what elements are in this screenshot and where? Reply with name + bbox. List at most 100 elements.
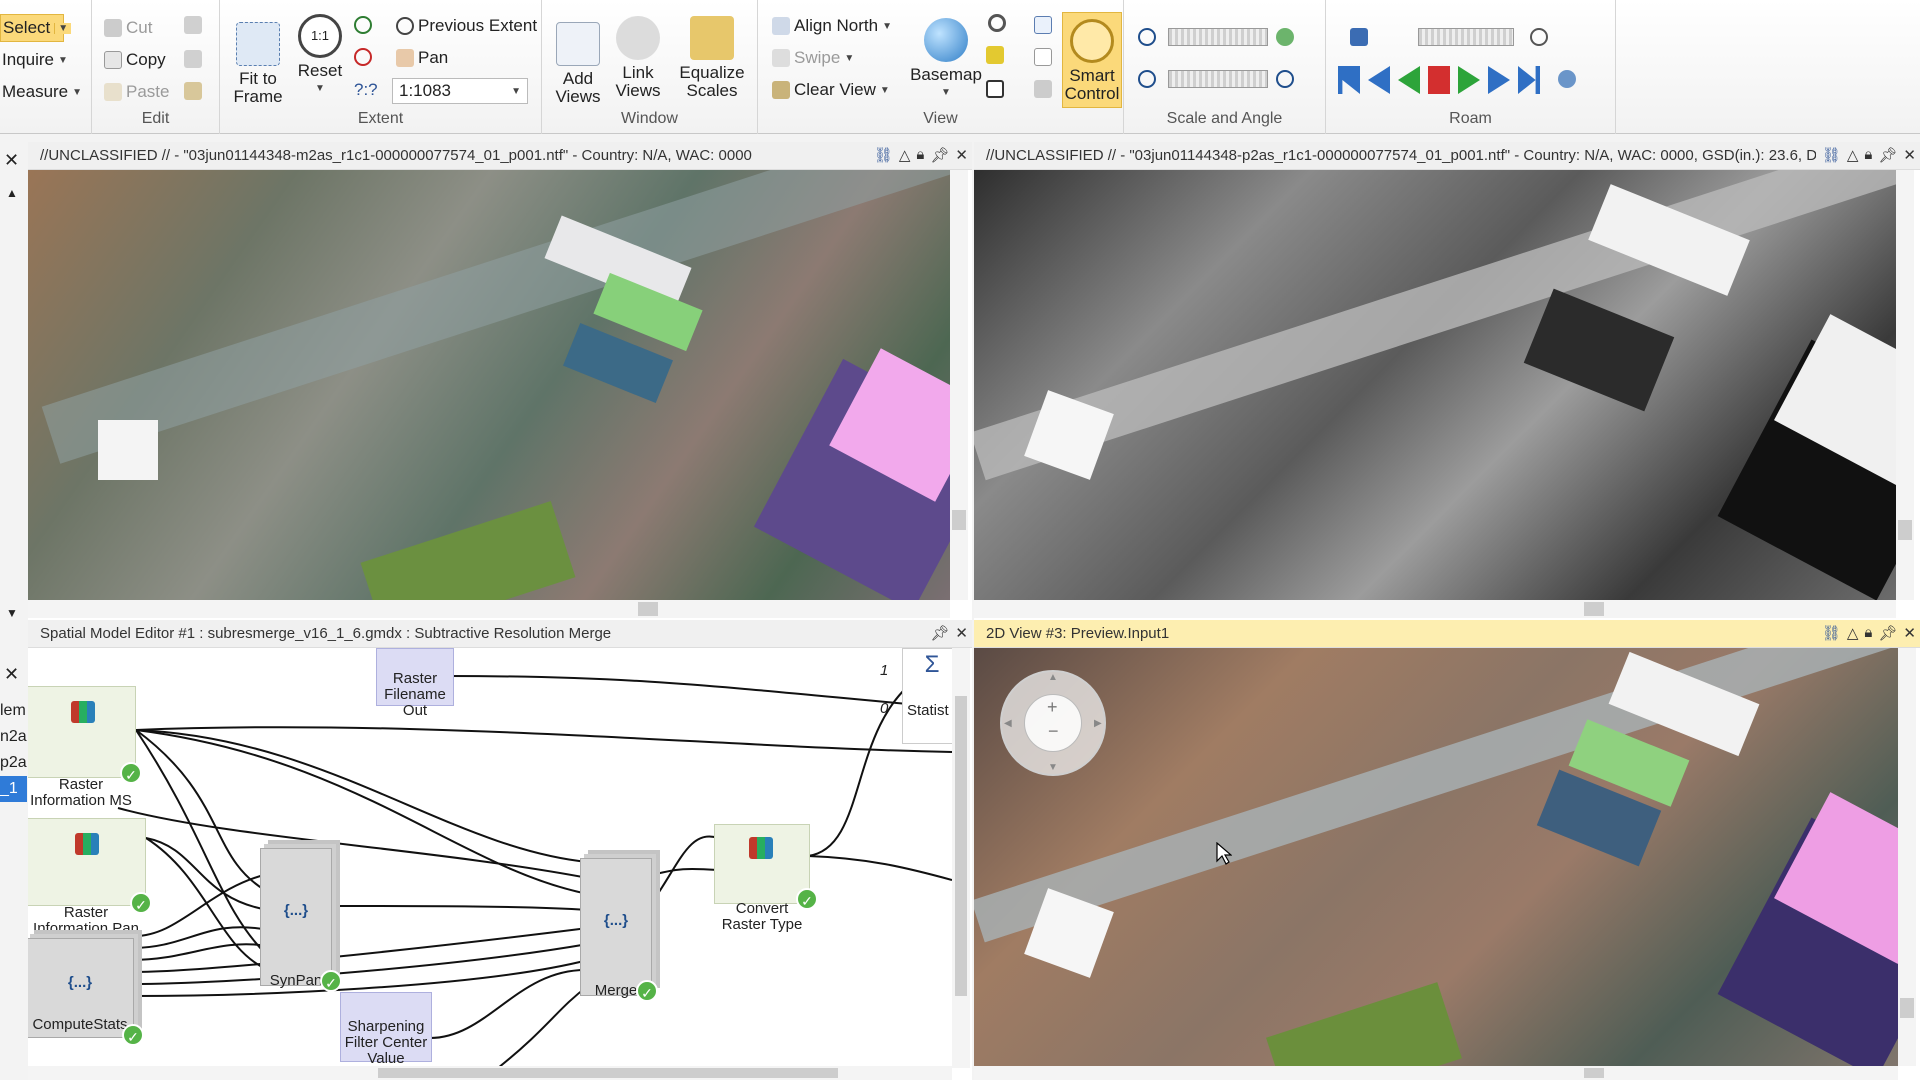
- close-icon[interactable]: ✕: [4, 664, 19, 685]
- link-views-button[interactable]: Link Views: [612, 16, 664, 100]
- zoom-wheel[interactable]: + −: [1024, 694, 1082, 752]
- horizontal-scrollbar[interactable]: [974, 1066, 1898, 1080]
- horizontal-scrollbar[interactable]: [974, 600, 1896, 618]
- scale-options-icon[interactable]: [1276, 28, 1294, 46]
- clear-view-button[interactable]: Clear View ▼: [772, 80, 890, 100]
- zoom-out-icon[interactable]: [354, 48, 372, 66]
- clipboard-icon[interactable]: [184, 82, 202, 100]
- play-reverse-icon[interactable]: [1398, 66, 1420, 94]
- scroll-down-icon[interactable]: ▼: [6, 606, 18, 620]
- lock-icon[interactable]: 🔒︎: [916, 146, 924, 164]
- last-frame-icon[interactable]: [1518, 66, 1540, 94]
- link-icon[interactable]: ⛓: [1822, 624, 1841, 642]
- previous-extent-button[interactable]: Previous Extent: [396, 16, 537, 36]
- warning-icon[interactable]: △: [1847, 624, 1859, 642]
- lock-icon[interactable]: 🔒︎: [1864, 624, 1872, 642]
- list-item[interactable]: n2a: [0, 724, 27, 750]
- step-back-icon[interactable]: [1368, 66, 1390, 94]
- vertical-scrollbar[interactable]: [1898, 648, 1916, 1066]
- node-sharpening-filter-center-value[interactable]: Sharpening Filter Center Value: [340, 992, 432, 1067]
- zoom-in-icon[interactable]: +: [1047, 697, 1058, 718]
- pan-right-icon[interactable]: ▶: [1094, 718, 1102, 729]
- horizontal-scrollbar[interactable]: [28, 1066, 952, 1080]
- vertical-scrollbar[interactable]: [952, 648, 970, 1068]
- node-raster-information-pan[interactable]: Raster Information Pan: [28, 818, 146, 937]
- horizontal-scrollbar[interactable]: [28, 600, 950, 618]
- copy-button[interactable]: Copy: [104, 50, 166, 70]
- close-icon[interactable]: ✕: [1903, 146, 1916, 164]
- equalize-scales-button[interactable]: Equalize Scales: [676, 16, 748, 100]
- align-north-button[interactable]: Align North ▼: [772, 16, 892, 36]
- pin-icon[interactable]: 📌︎: [1878, 146, 1897, 164]
- roam-speed-slider[interactable]: [1418, 28, 1514, 46]
- fit-to-frame-button[interactable]: Fit to Frame: [228, 22, 288, 106]
- node-raster-information-ms[interactable]: Raster Information MS: [28, 686, 136, 809]
- paste-button[interactable]: Paste: [104, 82, 169, 102]
- step-forward-icon[interactable]: [1488, 66, 1510, 94]
- pin-icon[interactable]: 📌︎: [1878, 624, 1897, 642]
- info-icon[interactable]: [1034, 16, 1052, 34]
- zoom-reset-icon[interactable]: [1138, 28, 1156, 46]
- node-merge[interactable]: {...} Merge: [580, 858, 652, 999]
- select-button[interactable]: Select ▼: [0, 14, 72, 42]
- first-frame-icon[interactable]: [1338, 66, 1360, 94]
- roam-path-icon[interactable]: [1350, 28, 1368, 46]
- zoom-out-icon[interactable]: −: [1048, 721, 1059, 742]
- navigation-control[interactable]: + − ▲ ▼ ◀ ▶: [1000, 670, 1106, 776]
- inquire-button[interactable]: Inquire ▼: [2, 50, 68, 70]
- cut-button[interactable]: Cut: [104, 18, 152, 38]
- list-item[interactable]: _1: [0, 776, 27, 802]
- list-item[interactable]: lem: [0, 698, 27, 724]
- play-icon[interactable]: [1458, 66, 1480, 94]
- angle-slider[interactable]: [1168, 70, 1268, 88]
- pin-icon[interactable]: 📌︎: [930, 624, 949, 642]
- frame-color-icon[interactable]: [986, 80, 1004, 98]
- list-item[interactable]: p2a: [0, 750, 27, 776]
- node-raster-filename-out[interactable]: Raster Filename Out: [376, 648, 454, 719]
- ruler-icon[interactable]: [986, 46, 1004, 64]
- reset-button[interactable]: 1:1 Reset ▼: [292, 14, 348, 98]
- smart-control-button[interactable]: Smart Control: [1062, 12, 1122, 108]
- delete-icon[interactable]: [184, 16, 202, 34]
- swipe-button[interactable]: Swipe ▼: [772, 48, 854, 68]
- model-canvas[interactable]: Raster Filename Out Raster Information M…: [28, 648, 952, 1068]
- raster-image-multispectral[interactable]: [28, 170, 950, 600]
- close-icon[interactable]: ✕: [1903, 624, 1916, 642]
- add-views-button[interactable]: Add Views: [552, 22, 604, 106]
- link-icon[interactable]: ⛓: [874, 146, 893, 164]
- roam-options-icon[interactable]: [1558, 70, 1576, 88]
- pan-left-icon[interactable]: ◀: [1004, 718, 1012, 729]
- magnifier-icon[interactable]: [988, 14, 1006, 32]
- roam-settings-icon[interactable]: [1530, 28, 1548, 46]
- pin-icon[interactable]: 📌︎: [930, 146, 949, 164]
- link-icon[interactable]: ⛓: [1822, 146, 1841, 164]
- warning-icon[interactable]: △: [899, 146, 911, 164]
- close-icon[interactable]: ✕: [955, 146, 968, 164]
- pan-button[interactable]: Pan: [396, 48, 448, 68]
- overview-icon[interactable]: [1034, 48, 1052, 66]
- undo-icon[interactable]: [184, 50, 202, 68]
- close-icon[interactable]: ✕: [4, 150, 19, 171]
- north-indicator-icon[interactable]: [1034, 80, 1052, 98]
- scale-combobox[interactable]: 1:1083 ▼: [392, 78, 528, 104]
- node-statistics[interactable]: Σ Statist: [902, 648, 952, 744]
- raster-image-panchromatic[interactable]: [974, 170, 1896, 600]
- node-synpan[interactable]: {...} SynPan: [260, 848, 332, 989]
- vertical-scrollbar[interactable]: [950, 170, 968, 600]
- zoom-in-icon[interactable]: [354, 16, 372, 34]
- rotate-right-icon[interactable]: [1276, 70, 1294, 88]
- scale-slider[interactable]: [1168, 28, 1268, 46]
- measure-button[interactable]: Measure ▼: [2, 82, 82, 102]
- close-icon[interactable]: ✕: [955, 624, 968, 642]
- lock-icon[interactable]: 🔒︎: [1864, 146, 1872, 164]
- node-convert-raster-type[interactable]: Convert Raster Type: [714, 824, 810, 933]
- node-compute-stats[interactable]: {...} ComputeStats: [28, 938, 134, 1038]
- basemap-button[interactable]: Basemap ▼: [910, 18, 982, 102]
- pan-up-icon[interactable]: ▲: [1048, 672, 1058, 683]
- rotate-left-icon[interactable]: [1138, 70, 1156, 88]
- zoom-ratio-icon[interactable]: ?:?: [354, 80, 378, 100]
- select-dropdown-icon[interactable]: ▼: [54, 22, 72, 34]
- warning-icon[interactable]: △: [1847, 146, 1859, 164]
- vertical-scrollbar[interactable]: [1896, 170, 1914, 600]
- stop-icon[interactable]: [1428, 66, 1450, 94]
